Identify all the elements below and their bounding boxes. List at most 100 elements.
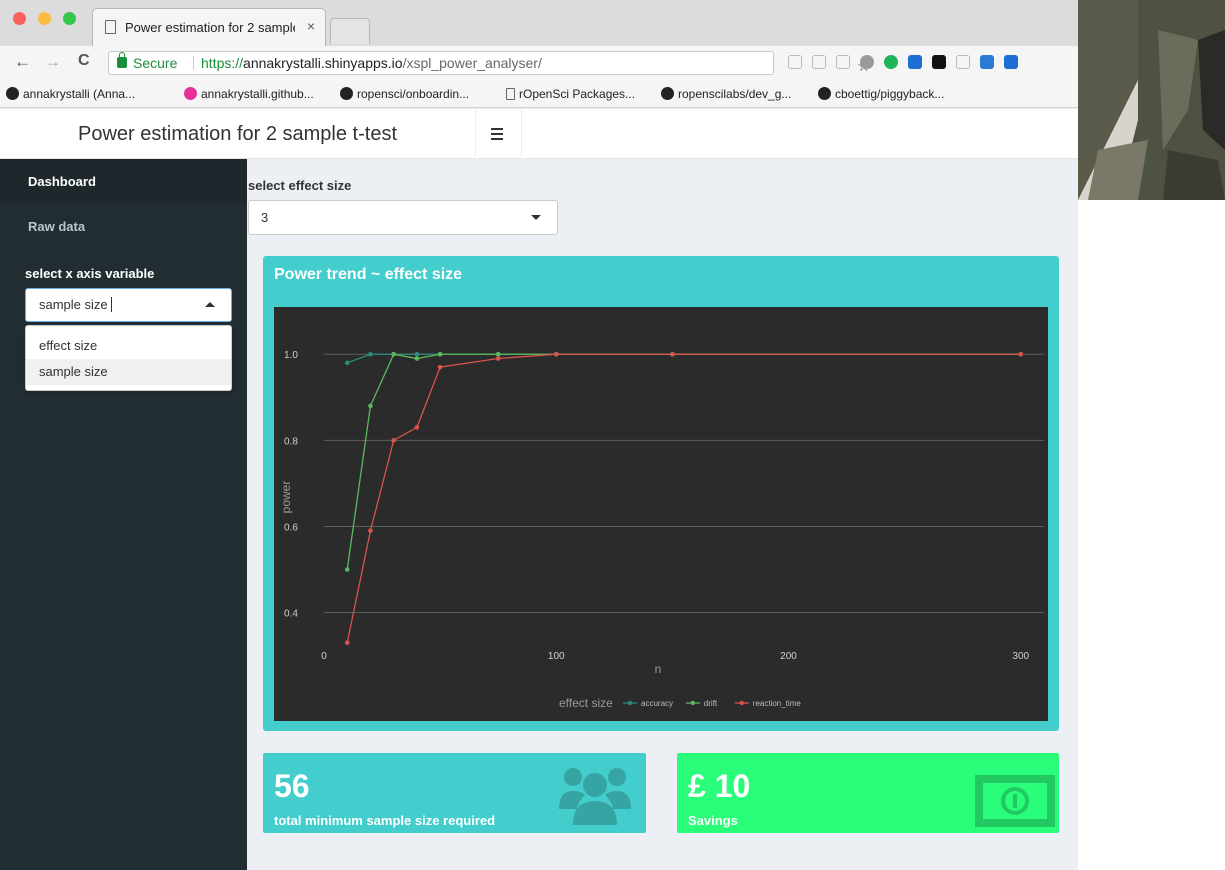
legend-label-drift: drift bbox=[704, 699, 718, 708]
browser-window: Power estimation for 2 sample t-test × ←… bbox=[0, 0, 1078, 870]
y-tick-label: 1.0 bbox=[284, 350, 298, 361]
caret-up-icon bbox=[205, 302, 215, 307]
bookmark-label: annakrystalli (Anna... bbox=[23, 87, 136, 101]
legend-label-accuracy: accuracy bbox=[641, 699, 673, 708]
bookmark-item[interactable]: cboettig/piggyback... bbox=[818, 87, 944, 101]
bookmark-label: annakrystalli.github... bbox=[201, 87, 314, 101]
extension-icon[interactable] bbox=[860, 55, 874, 69]
legend-title: effect size bbox=[559, 696, 613, 710]
dashboard-title: Power estimation for 2 sample t-test bbox=[0, 109, 476, 159]
main-content: select effect size 3 Power trend ~ effec… bbox=[247, 159, 1078, 870]
data-point-drift bbox=[391, 351, 396, 357]
sample-size-caption: total minimum sample size required bbox=[274, 813, 496, 828]
series-line-accuracy bbox=[346, 353, 1021, 364]
url-protocol: https:// bbox=[201, 55, 244, 71]
back-button[interactable]: ← bbox=[14, 52, 31, 72]
plot-area: 0.4 0.6 0.8 1.0 0 100 200 300 n power effect size a… bbox=[274, 307, 1048, 721]
extension-icon[interactable] bbox=[956, 55, 970, 69]
money-icon bbox=[975, 775, 1055, 827]
data-point-reaction_time bbox=[553, 351, 559, 357]
reload-button[interactable]: C bbox=[78, 52, 90, 70]
puzzle-icon[interactable] bbox=[908, 55, 922, 69]
hamburger-icon bbox=[491, 133, 503, 135]
tab-bar: Power estimation for 2 sample t-test × bbox=[0, 0, 1078, 46]
x-tick-label: 100 bbox=[548, 651, 565, 662]
x-axis-dropdown: effect size sample size bbox=[25, 325, 232, 391]
bookmark-item[interactable]: annakrystalli (Anna... bbox=[6, 87, 135, 101]
address-bar[interactable]: Secure https://annakrystalli.shinyapps.i… bbox=[108, 51, 870, 75]
option-effect-size[interactable]: effect size bbox=[26, 333, 231, 359]
x-tick-label: 300 bbox=[1012, 651, 1029, 662]
new-tab-button[interactable] bbox=[330, 18, 370, 44]
data-point-drift bbox=[368, 403, 373, 409]
x-axis-value: sample size bbox=[39, 297, 108, 312]
sample-size-number: 56 bbox=[274, 768, 310, 804]
minimize-window-button[interactable] bbox=[38, 12, 51, 25]
savings-box: £ 10 Savings bbox=[677, 753, 1059, 833]
power-chart: 0.4 0.6 0.8 1.0 0 100 200 300 n power effect size a… bbox=[279, 350, 1044, 710]
url-text: https://annakrystalli.shinyapps.io/xspl_… bbox=[201, 52, 542, 74]
data-point-drift bbox=[344, 567, 350, 572]
sidebar-item-raw-data[interactable]: Raw data bbox=[0, 204, 247, 249]
lastpass-icon[interactable] bbox=[932, 55, 946, 69]
url-host: annakrystalli.shinyapps.io bbox=[243, 55, 403, 71]
bookmarks-bar: annakrystalli (Anna... annakrystalli.git… bbox=[0, 80, 1078, 108]
close-window-button[interactable] bbox=[13, 12, 26, 25]
bookmark-label: rOpenSci Packages... bbox=[519, 87, 636, 101]
data-point-reaction_time bbox=[437, 364, 443, 370]
effect-size-value: 3 bbox=[261, 210, 269, 225]
bookmark-item[interactable]: rOpenSci Packages... bbox=[506, 87, 635, 101]
extension-icon[interactable] bbox=[980, 55, 994, 69]
extension-icon[interactable] bbox=[836, 55, 850, 69]
browser-tab[interactable]: Power estimation for 2 sample t-test × bbox=[92, 8, 326, 46]
x-tick-label: 0 bbox=[321, 651, 327, 662]
effect-size-select[interactable]: 3 bbox=[248, 200, 558, 235]
github-icon bbox=[340, 87, 353, 100]
sidebar-item-dashboard[interactable]: Dashboard bbox=[0, 159, 247, 204]
data-point-drift bbox=[495, 351, 501, 357]
bookmark-item[interactable]: annakrystalli.github... bbox=[184, 87, 314, 101]
tab-close-icon[interactable]: × bbox=[307, 18, 315, 34]
bookmark-label: cboettig/piggyback... bbox=[835, 87, 945, 101]
sidebar-toggle-button[interactable] bbox=[476, 109, 522, 159]
github-icon bbox=[661, 87, 674, 100]
x-axis-select[interactable]: sample size bbox=[25, 288, 232, 322]
maximize-window-button[interactable] bbox=[63, 12, 76, 25]
legend-marker-accuracy bbox=[627, 700, 633, 706]
hamburger-icon bbox=[491, 138, 503, 140]
data-point-accuracy bbox=[344, 360, 350, 366]
legend-marker-reaction_time bbox=[739, 700, 744, 706]
dashboard-header: Power estimation for 2 sample t-test bbox=[0, 109, 1078, 159]
x-tick-label: 200 bbox=[780, 651, 797, 662]
data-point-drift bbox=[437, 351, 443, 357]
photo-fragment bbox=[1078, 0, 1225, 200]
x-axis-title: n bbox=[655, 662, 662, 676]
caret-down-icon bbox=[531, 215, 541, 220]
puzzle-icon[interactable] bbox=[1004, 55, 1018, 69]
bookmark-item[interactable]: ropenscilabs/dev_g... bbox=[661, 87, 791, 101]
url-path: /xspl_power_analyser/ bbox=[402, 55, 542, 71]
tab-title: Power estimation for 2 sample t-test bbox=[125, 20, 295, 35]
page-icon bbox=[105, 20, 116, 34]
grammarly-icon[interactable] bbox=[884, 55, 898, 69]
y-tick-label: 0.6 bbox=[284, 522, 298, 533]
data-point-reaction_time bbox=[1018, 351, 1024, 357]
bookmark-label: ropensci/onboardin... bbox=[357, 87, 470, 101]
plot-box: Power trend ~ effect size 0.4 0.6 0.8 1.0 0 1… bbox=[263, 256, 1059, 731]
data-point-reaction_time bbox=[368, 528, 373, 534]
bookmark-item[interactable]: ropensci/onboardin... bbox=[340, 87, 469, 101]
data-point-reaction_time bbox=[495, 356, 501, 361]
extension-icon[interactable] bbox=[788, 55, 802, 69]
data-point-reaction_time bbox=[344, 640, 350, 645]
users-icon bbox=[559, 768, 631, 825]
y-axis-title: power bbox=[279, 481, 293, 514]
legend-label-reaction_time: reaction_time bbox=[753, 699, 802, 708]
legend-marker-drift bbox=[690, 700, 695, 706]
option-sample-size[interactable]: sample size bbox=[26, 359, 231, 385]
data-point-accuracy bbox=[368, 351, 373, 357]
data-point-reaction_time bbox=[670, 351, 675, 357]
savings-number: £ 10 bbox=[688, 768, 751, 804]
forward-button[interactable]: → bbox=[44, 52, 61, 72]
extension-icon[interactable] bbox=[812, 55, 826, 69]
address-separator bbox=[193, 56, 194, 70]
